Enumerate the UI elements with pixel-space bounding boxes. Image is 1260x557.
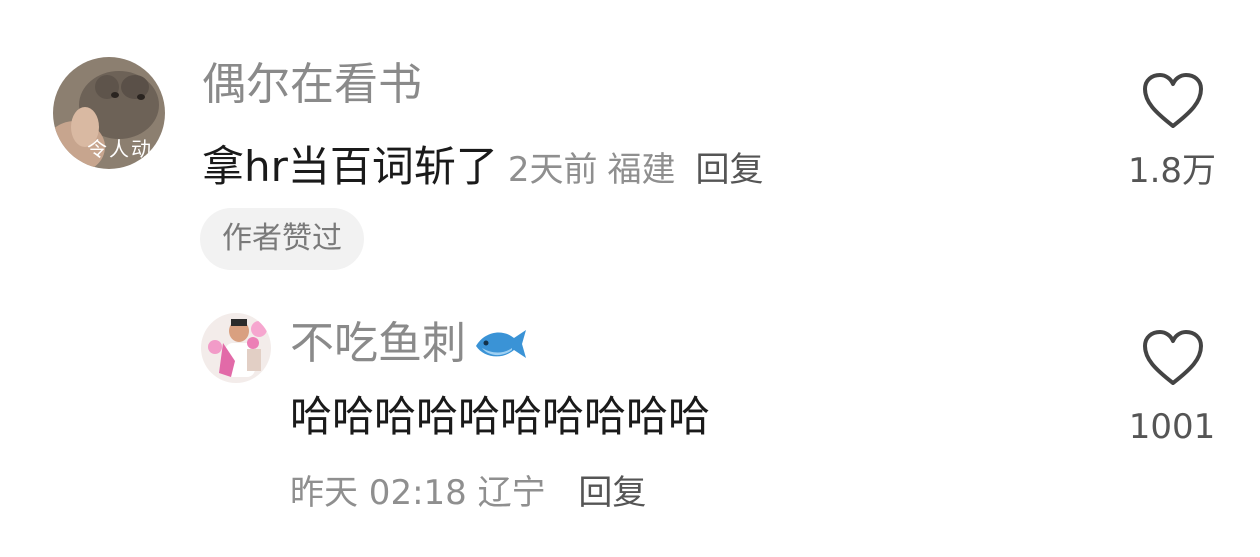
heart-icon <box>1143 330 1203 385</box>
comment-line: 拿hr当百词斩了 2天前 福建 回复 <box>202 146 764 188</box>
avatar[interactable] <box>201 313 271 383</box>
comment-time: 2天前 <box>507 150 598 190</box>
username: 不吃鱼刺 <box>290 322 528 366</box>
heart-icon <box>1143 73 1203 128</box>
person-avatar-image <box>201 313 271 383</box>
reply-location: 辽宁 <box>477 473 546 513</box>
like-count: 1.8万 <box>1127 151 1217 191</box>
fish-icon <box>476 330 526 358</box>
reply-meta: 昨天 02:18 辽宁 回复 <box>290 476 646 510</box>
reply-button[interactable]: 回复 <box>578 473 646 513</box>
reply-content[interactable]: 哈哈哈哈哈哈哈哈哈哈 <box>290 396 710 438</box>
author-liked-badge: 作者赞过 <box>200 208 364 270</box>
reply-button[interactable]: 回复 <box>696 150 764 190</box>
comment-location: 福建 <box>607 150 676 190</box>
like-count: 1001 <box>1128 407 1216 447</box>
username[interactable]: 偶尔在看书 <box>202 63 422 107</box>
comment-content[interactable]: 拿hr当百词斩了 <box>202 142 498 191</box>
reply-time: 昨天 02:18 <box>290 473 467 513</box>
avatar-caption: 令人动 <box>87 137 153 161</box>
avatar[interactable]: 令人动 <box>53 57 165 169</box>
username-text[interactable]: 不吃鱼刺 <box>290 322 466 366</box>
like-button[interactable] <box>1141 329 1205 387</box>
like-button[interactable] <box>1141 72 1205 130</box>
